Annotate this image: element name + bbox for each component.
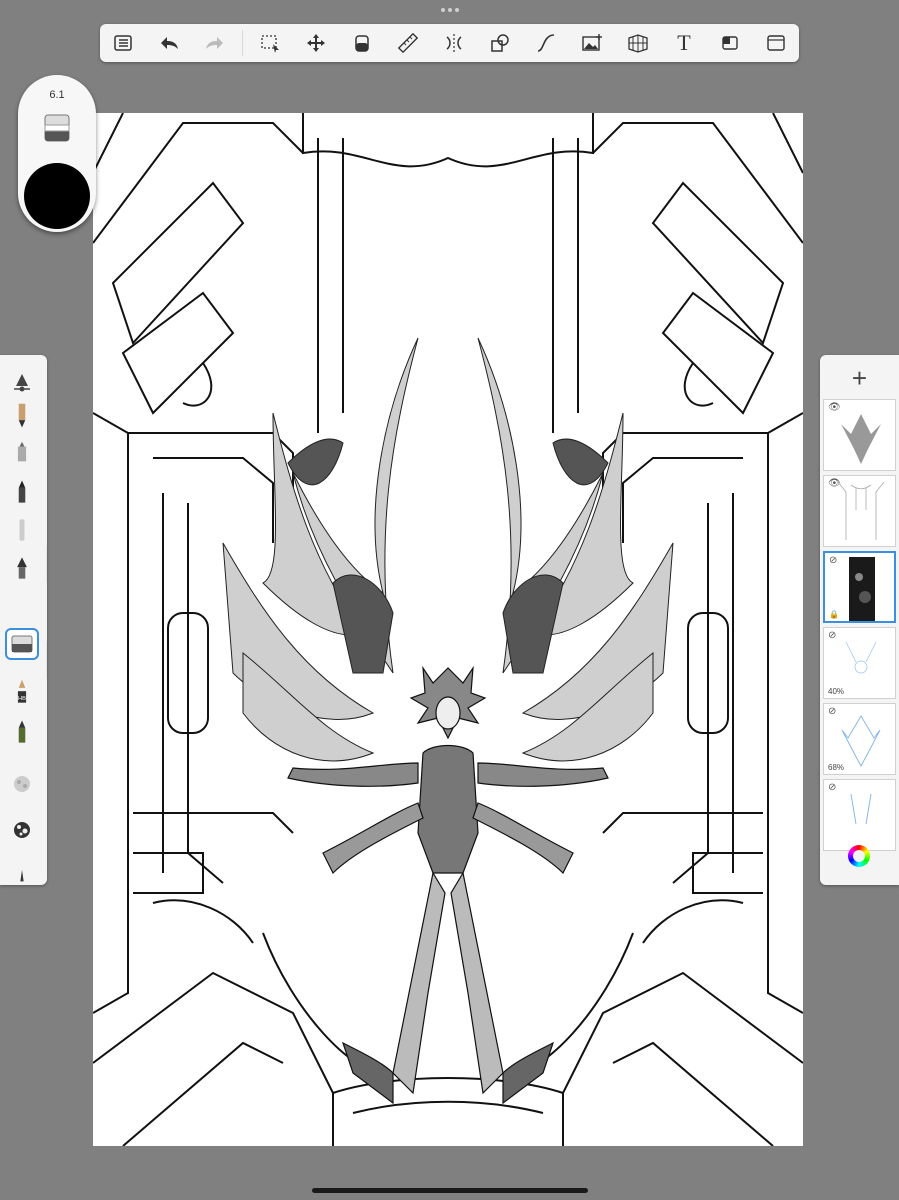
layer-thumbnail (837, 481, 885, 540)
toolbar-divider (242, 30, 243, 56)
brush-icon[interactable] (0, 855, 44, 885)
eraser-icon (43, 113, 71, 143)
opacity-slider-icon[interactable] (0, 363, 44, 401)
list-icon[interactable] (100, 24, 146, 62)
add-layer-button[interactable]: + (820, 363, 899, 397)
layer-sketch-3[interactable]: ⊘ (823, 779, 896, 851)
layer-sketch-1[interactable]: ⊘ 40% (823, 627, 896, 699)
hb-pencil-icon[interactable]: HB (0, 673, 44, 711)
layer-architecture[interactable]: 👁 (823, 475, 896, 547)
undo-icon[interactable] (146, 24, 192, 62)
eraser-brush-icon[interactable] (0, 625, 44, 663)
marker-icon[interactable] (0, 435, 44, 473)
fill-icon[interactable] (339, 24, 385, 62)
ink-pen-icon[interactable] (0, 549, 44, 587)
flipbook-icon[interactable] (707, 24, 753, 62)
text-icon[interactable]: T (661, 24, 707, 62)
layers-panel: + 👁 👁 ⊘ 🔒 ⊘ 40% ⊘ 68% ⊘ (820, 355, 899, 885)
fineliner-icon[interactable] (0, 713, 44, 751)
layer-opacity: 68% (828, 763, 845, 772)
pencil-icon[interactable] (0, 397, 44, 435)
layer-character[interactable]: 👁 (823, 399, 896, 471)
redo-icon[interactable] (192, 24, 238, 62)
layer-nebula[interactable]: ⊘ 🔒 (823, 551, 896, 623)
brush-puck[interactable]: 6.1 (18, 75, 96, 232)
hb-badge: HB (18, 696, 26, 702)
layer-thumbnail (850, 793, 872, 825)
layer-sketch-2[interactable]: ⊘ 68% (823, 703, 896, 775)
brush-panel-tab-2[interactable] (46, 641, 47, 679)
drawing-canvas[interactable] (93, 113, 803, 1146)
texture-icon[interactable] (0, 765, 44, 803)
pen-icon[interactable] (0, 473, 44, 511)
artwork (93, 113, 803, 1146)
shapes-icon[interactable] (477, 24, 523, 62)
home-indicator[interactable] (312, 1188, 588, 1193)
perspective-grid-icon[interactable] (615, 24, 661, 62)
layer-thumbnail (841, 414, 881, 464)
symmetry-icon[interactable] (431, 24, 477, 62)
current-color-swatch[interactable] (24, 163, 90, 229)
layer-thumbnail (849, 557, 875, 621)
spatter-icon[interactable] (0, 811, 44, 849)
image-import-icon[interactable] (569, 24, 615, 62)
airbrush-icon[interactable] (0, 511, 44, 549)
selection-icon[interactable] (247, 24, 293, 62)
brush-library-panel: HB (0, 355, 47, 885)
brush-panel-tab[interactable] (46, 545, 47, 583)
ruler-icon[interactable] (385, 24, 431, 62)
transform-icon[interactable] (293, 24, 339, 62)
brush-size-value[interactable]: 6.1 (18, 89, 96, 101)
curve-icon[interactable] (523, 24, 569, 62)
color-wheel-icon[interactable] (848, 845, 870, 867)
lock-icon: 🔒 (829, 610, 839, 619)
multitasking-dots[interactable] (440, 6, 460, 14)
fullscreen-icon[interactable] (753, 24, 799, 62)
layer-opacity: 40% (828, 687, 845, 696)
top-toolbar: T (100, 24, 799, 62)
